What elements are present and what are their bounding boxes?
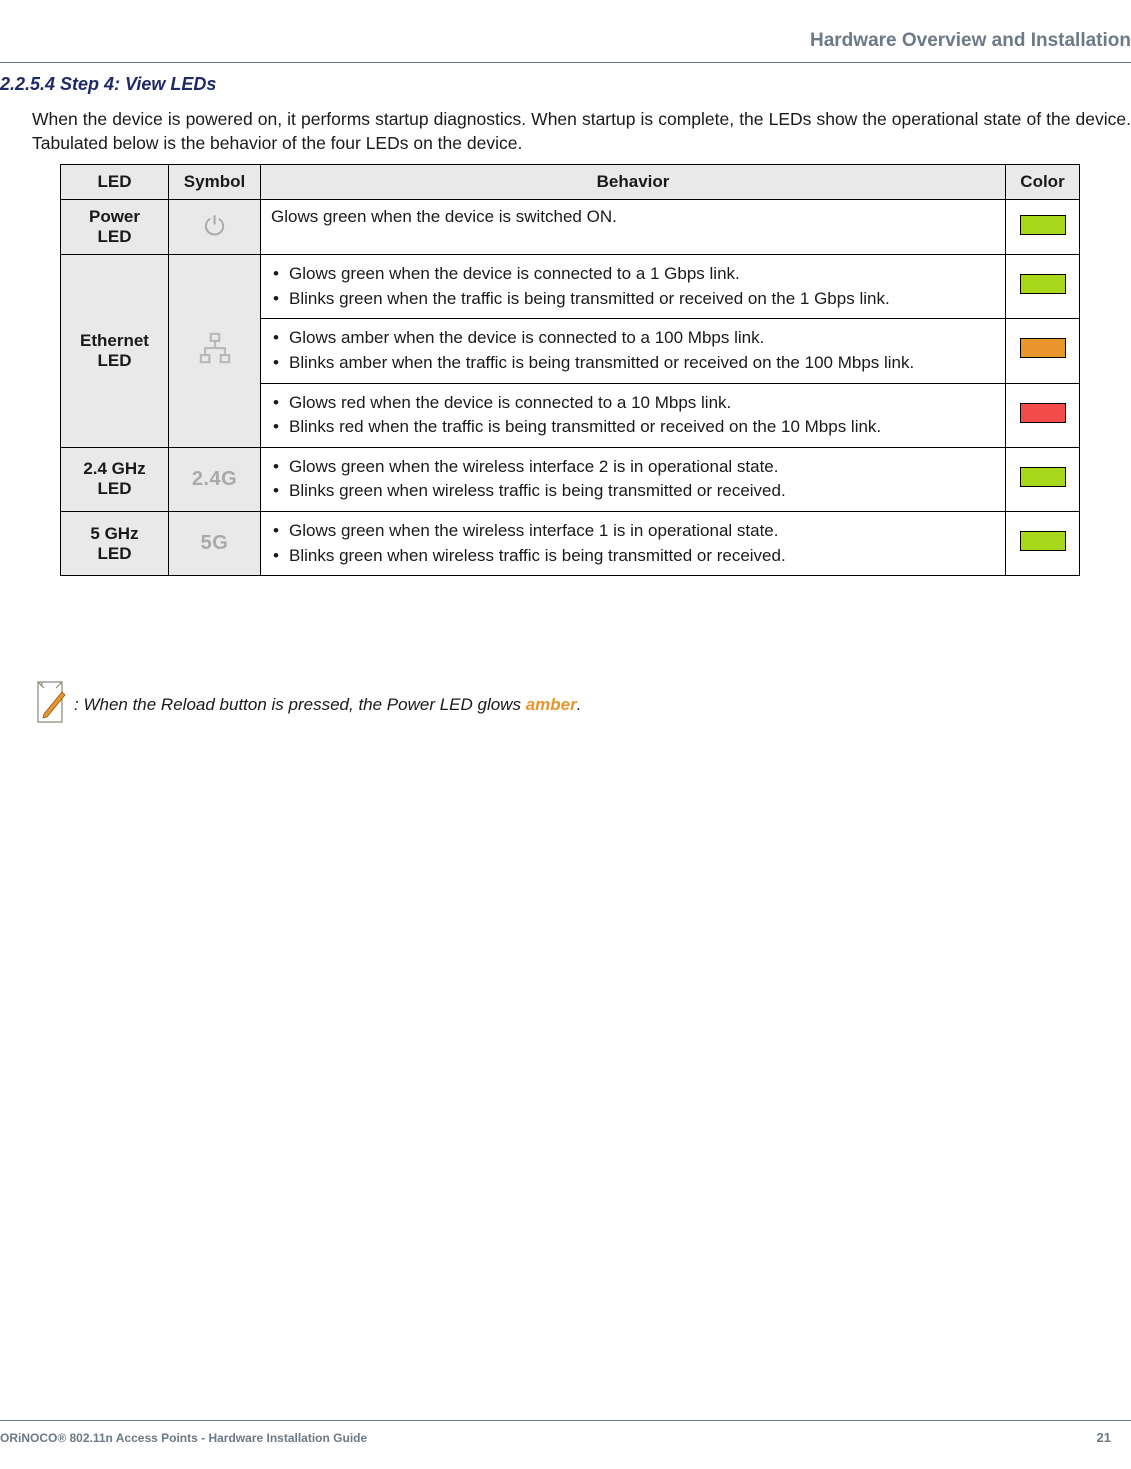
color-eth-red <box>1006 383 1080 447</box>
th-led: LED <box>61 165 169 200</box>
note-suffix: . <box>577 695 582 714</box>
led-name-24ghz: 2.4 GHz LED <box>61 447 169 511</box>
color-24ghz <box>1006 447 1080 511</box>
list-item: Glows green when the device is connected… <box>271 262 995 287</box>
running-header: Hardware Overview and Installation <box>810 30 1131 52</box>
list-item: Glows red when the device is connected t… <box>271 391 995 416</box>
footer-page-number: 21 <box>1097 1430 1111 1445</box>
swatch-green <box>1020 215 1066 235</box>
th-behavior: Behavior <box>261 165 1006 200</box>
behavior-eth-amber: Glows amber when the device is connected… <box>261 319 1006 383</box>
list-item: Glows green when the wireless interface … <box>271 519 995 544</box>
section-heading: 2.2.5.4 Step 4: View LEDs <box>0 74 216 95</box>
led-name-ethernet: Ethernet LED <box>61 255 169 448</box>
led-name-5ghz: 5 GHz LED <box>61 512 169 576</box>
swatch-red <box>1020 403 1066 423</box>
row-24ghz: 2.4 GHz LED 2.4G Glows green when the wi… <box>61 447 1080 511</box>
list-item: Glows green when the wireless interface … <box>271 455 995 480</box>
th-symbol: Symbol <box>169 165 261 200</box>
footer-doc-title: ORiNOCO® 802.11n Access Points - Hardwar… <box>0 1431 367 1445</box>
ghz24-icon: 2.4G <box>192 468 237 490</box>
swatch-amber <box>1020 338 1066 358</box>
row-eth-green: Ethernet LED Glows green when the device… <box>61 255 1080 319</box>
behavior-eth-red: Glows red when the device is connected t… <box>261 383 1006 447</box>
note-prefix: : When the Reload button is pressed, the… <box>74 695 526 714</box>
color-eth-amber <box>1006 319 1080 383</box>
list-item: Blinks amber when the traffic is being t… <box>271 351 995 376</box>
swatch-green <box>1020 467 1066 487</box>
color-power <box>1006 200 1080 255</box>
behavior-power: Glows green when the device is switched … <box>261 200 1006 255</box>
note: : When the Reload button is pressed, the… <box>32 680 581 729</box>
row-power: Power LED ⏻ Glows green when the device … <box>61 200 1080 255</box>
list-item: Blinks green when the traffic is being t… <box>271 287 995 312</box>
symbol-24ghz: 2.4G <box>169 447 261 511</box>
ethernet-icon <box>198 350 232 369</box>
led-table: LED Symbol Behavior Color Power LED ⏻ Gl… <box>60 164 1080 576</box>
ghz5-icon: 5G <box>201 532 229 554</box>
th-color: Color <box>1006 165 1080 200</box>
behavior-eth-green: Glows green when the device is connected… <box>261 255 1006 319</box>
swatch-green <box>1020 274 1066 294</box>
list-item: Glows amber when the device is connected… <box>271 326 995 351</box>
symbol-5ghz: 5G <box>169 512 261 576</box>
symbol-power: ⏻ <box>169 200 261 255</box>
row-5ghz: 5 GHz LED 5G Glows green when the wirele… <box>61 512 1080 576</box>
color-5ghz <box>1006 512 1080 576</box>
swatch-green <box>1020 531 1066 551</box>
color-eth-green <box>1006 255 1080 319</box>
header-rule <box>0 62 1131 63</box>
behavior-5ghz: Glows green when the wireless interface … <box>261 512 1006 576</box>
note-icon <box>32 680 68 729</box>
footer-rule <box>0 1420 1131 1421</box>
led-name-power: Power LED <box>61 200 169 255</box>
symbol-ethernet <box>169 255 261 448</box>
list-item: Blinks red when the traffic is being tra… <box>271 415 995 440</box>
behavior-24ghz: Glows green when the wireless interface … <box>261 447 1006 511</box>
intro-paragraph: When the device is powered on, it perfor… <box>32 108 1131 155</box>
note-text: : When the Reload button is pressed, the… <box>74 695 581 715</box>
list-item: Blinks green when wireless traffic is be… <box>271 479 995 504</box>
table-header-row: LED Symbol Behavior Color <box>61 165 1080 200</box>
note-amber-word: amber <box>526 695 577 714</box>
list-item: Blinks green when wireless traffic is be… <box>271 544 995 569</box>
power-icon: ⏻ <box>204 211 225 241</box>
